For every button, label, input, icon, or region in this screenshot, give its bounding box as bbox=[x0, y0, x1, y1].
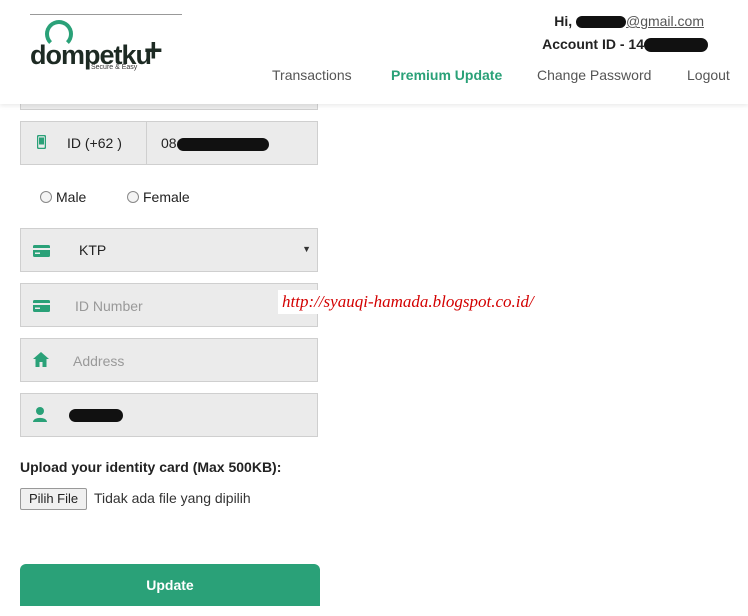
address-placeholder: Address bbox=[73, 353, 125, 369]
redacted-account-id bbox=[644, 38, 708, 53]
user-greeting: Hi, @gmail.com bbox=[554, 13, 704, 29]
gender-male-radio[interactable] bbox=[40, 191, 52, 203]
blog-watermark: http://syauqi-hamada.blogspot.co.id/ bbox=[278, 290, 538, 314]
id-number-placeholder: ID Number bbox=[75, 298, 143, 314]
user-icon bbox=[33, 407, 47, 427]
nav-premium-update[interactable]: Premium Update bbox=[391, 67, 502, 83]
mobile-phone-icon bbox=[36, 134, 47, 154]
update-button[interactable]: Update bbox=[20, 564, 320, 606]
home-icon bbox=[33, 352, 49, 372]
phone-code-text: ID (+62 ) bbox=[67, 135, 122, 151]
redacted-phone bbox=[176, 137, 269, 151]
choose-file-button[interactable]: Pilih File bbox=[20, 488, 88, 510]
id-card-icon bbox=[33, 299, 50, 317]
greeting-prefix: Hi, bbox=[554, 13, 576, 29]
address-field[interactable]: Address bbox=[20, 338, 318, 382]
logo-plus: + bbox=[144, 32, 163, 68]
nav-change-password[interactable]: Change Password bbox=[537, 67, 651, 83]
phone-number-value: 08 bbox=[161, 135, 269, 151]
gender-male-label: Male bbox=[56, 189, 87, 205]
chevron-down-icon: ▼ bbox=[302, 244, 311, 254]
gender-male-option[interactable]: Male bbox=[40, 189, 86, 205]
nav-logout[interactable]: Logout bbox=[687, 67, 730, 83]
gender-female-radio[interactable] bbox=[127, 191, 139, 203]
redacted-email bbox=[575, 16, 626, 29]
logo-tagline: Secure & Easy bbox=[91, 64, 138, 71]
id-type-select[interactable]: KTP ▼ bbox=[20, 228, 318, 272]
header: dompetku + Secure & Easy Hi, @gmail.com … bbox=[0, 0, 748, 104]
upload-label: Upload your identity card (Max 500KB): bbox=[20, 459, 282, 475]
phone-country-code[interactable]: ID (+62 ) bbox=[21, 122, 147, 164]
gender-female-label: Female bbox=[143, 189, 190, 205]
user-email[interactable]: @gmail.com bbox=[626, 13, 704, 29]
dompetku-logo[interactable]: dompetku + Secure & Easy bbox=[28, 18, 168, 74]
account-id: Account ID - 14 bbox=[542, 36, 708, 53]
name-field[interactable] bbox=[20, 393, 318, 437]
gender-female-option[interactable]: Female bbox=[127, 189, 190, 205]
redacted-name bbox=[69, 409, 123, 422]
id-number-field[interactable]: ID Number bbox=[20, 283, 318, 327]
id-card-icon bbox=[33, 244, 50, 262]
phone-field[interactable]: ID (+62 ) 08 bbox=[20, 121, 318, 165]
phone-prefix: 08 bbox=[161, 135, 177, 151]
nav-transactions[interactable]: Transactions bbox=[272, 67, 352, 83]
header-divider bbox=[30, 14, 182, 15]
id-type-value: KTP bbox=[79, 242, 107, 258]
file-status-text: Tidak ada file yang dipilih bbox=[94, 490, 251, 506]
account-id-prefix: Account ID - 14 bbox=[542, 36, 644, 52]
